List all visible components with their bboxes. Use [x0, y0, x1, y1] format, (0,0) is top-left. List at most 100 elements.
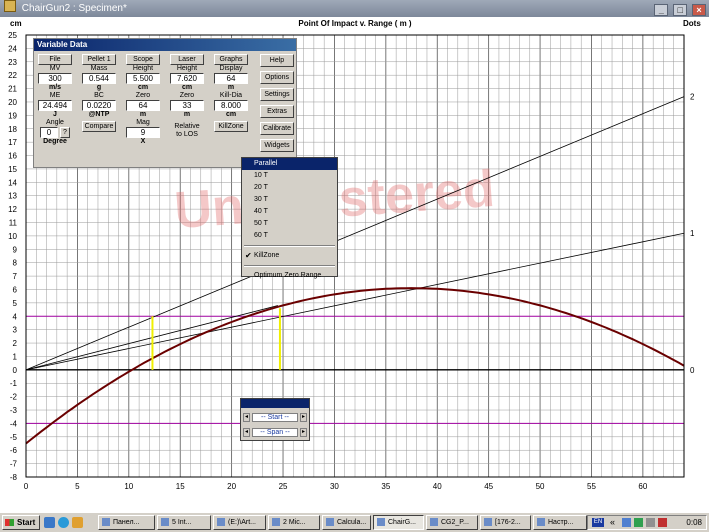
start-right-arrow-icon[interactable]: ▸	[300, 413, 307, 422]
task-app-icon	[326, 518, 334, 526]
value-field[interactable]: 9	[126, 127, 160, 138]
taskbar-button[interactable]: (E:)\Art...	[213, 515, 266, 530]
side-button-widgets[interactable]: Widgets	[260, 139, 294, 152]
field-label: BC	[94, 92, 104, 99]
panel-button-secondary[interactable]: KillZone	[214, 121, 248, 132]
y-tick-label: 23	[8, 58, 17, 67]
x-tick-label: 15	[176, 482, 185, 491]
y-tick-label: 15	[8, 165, 17, 174]
value-field[interactable]: 24.494	[38, 100, 72, 111]
value-field[interactable]: 300	[38, 73, 72, 84]
menu-item-20-t[interactable]: 20 T	[242, 182, 337, 194]
start-button[interactable]: Start	[2, 515, 40, 530]
field-label: Height	[132, 65, 154, 72]
panel-button[interactable]: File	[38, 54, 72, 65]
y-tick-label: 5	[13, 299, 18, 308]
taskbar-button[interactable]: ChairG...	[373, 515, 424, 530]
start-left-arrow-icon[interactable]: ◂	[243, 413, 250, 422]
clock: 0:08	[686, 518, 702, 527]
x-tick-label: 55	[587, 482, 596, 491]
x-tick-label: 30	[330, 482, 339, 491]
y-tick-label: 8	[13, 259, 18, 268]
antivirus-icon[interactable]	[658, 518, 667, 527]
taskbar-button[interactable]: 5 Int...	[157, 515, 211, 530]
field-label: Angle	[46, 119, 64, 126]
y-tick-label: 13	[8, 192, 17, 201]
side-button-settings[interactable]: Settings	[260, 88, 294, 101]
panel-column: Graphs Display 64 m Kill-Dia 8.000 cm KillZone	[214, 54, 248, 132]
taskbar-button[interactable]: CG2_P...	[426, 515, 478, 530]
right-tick-label: 1	[690, 229, 695, 238]
side-button-extras[interactable]: Extras	[260, 105, 294, 118]
browser-icon[interactable]	[58, 517, 69, 528]
unit-label: m	[183, 111, 191, 118]
panel-button-secondary[interactable]: Compare	[82, 121, 116, 132]
panel-button[interactable]: Pellet 1	[82, 54, 116, 65]
taskbar-button[interactable]: Панел...	[98, 515, 155, 530]
menu-item-60-t[interactable]: 60 T	[242, 230, 337, 242]
menu-item-30-t[interactable]: 30 T	[242, 194, 337, 206]
panel-button[interactable]: Laser	[170, 54, 204, 65]
taskbar-button[interactable]: Настр...	[533, 515, 587, 530]
field-label: ME	[49, 92, 61, 99]
range-control-widget: ◂ -- Start -- ▸ ◂ -- Span -- ▸	[240, 398, 310, 441]
side-button-help[interactable]: Help	[260, 54, 294, 67]
span-left-arrow-icon[interactable]: ◂	[243, 428, 250, 437]
field-label: Zero	[135, 92, 151, 99]
value-field[interactable]: 7.620	[170, 73, 204, 84]
y-tick-label: -4	[10, 419, 18, 428]
x-tick-label: 35	[381, 482, 390, 491]
y-tick-label: -5	[10, 433, 18, 442]
menu-item-10-t[interactable]: 10 T	[242, 170, 337, 182]
menu-item-50-t[interactable]: 50 T	[242, 218, 337, 230]
value-field[interactable]: 0.0220	[82, 100, 116, 111]
volume-icon[interactable]	[646, 518, 655, 527]
close-button[interactable]: ×	[692, 4, 706, 16]
y-tick-label: 19	[8, 111, 17, 120]
menu-item-40-t[interactable]: 40 T	[242, 206, 337, 218]
panel-column: Pellet 1 Mass 0.544 g BC 0.0220 @NTP Compare	[82, 54, 116, 132]
y-tick-label: -3	[10, 406, 18, 415]
angle-help-button[interactable]: ?	[60, 127, 70, 138]
app-icon	[4, 0, 16, 12]
taskbar-button[interactable]: Calcula...	[322, 515, 371, 530]
taskbar-button[interactable]: [176-2...	[480, 515, 531, 530]
tray-expand-icon[interactable]: «	[610, 518, 619, 527]
side-button-calibrate[interactable]: Calibrate	[260, 122, 294, 135]
angle-field[interactable]: 0	[40, 127, 58, 138]
span-control: ◂ -- Span -- ▸	[243, 427, 307, 439]
y-tick-label: 2	[13, 339, 18, 348]
minimize-button[interactable]: _	[654, 4, 669, 16]
menu-item-parallel[interactable]: Parallel	[242, 158, 337, 170]
menu-item-killzone[interactable]: ✔ KillZone	[242, 250, 337, 262]
panel-column: Laser Height 7.620 cm Zero 33 m Relative to LOS	[170, 54, 204, 139]
unit-label: J	[53, 111, 57, 118]
y-tick-label: -8	[10, 473, 18, 482]
span-right-arrow-icon[interactable]: ▸	[300, 428, 307, 437]
menu-item-optimum-zero-range[interactable]: Optimum Zero Range	[242, 270, 337, 282]
task-label: 2 Mic...	[283, 519, 306, 526]
value-field[interactable]: 64	[214, 73, 248, 84]
value-field[interactable]: 5.500	[126, 73, 160, 84]
field-label: Kill-Dia	[219, 92, 243, 99]
tray-app-icon[interactable]	[634, 518, 643, 527]
y-tick-label: 14	[8, 178, 17, 187]
taskbar-button[interactable]: 2 Mic...	[268, 515, 320, 530]
task-app-icon	[102, 518, 110, 526]
side-button-options[interactable]: Options	[260, 71, 294, 84]
task-label: Панел...	[113, 519, 140, 526]
language-indicator[interactable]: EN	[592, 518, 604, 527]
panel-button[interactable]: Scope	[126, 54, 160, 65]
media-icon[interactable]	[72, 517, 83, 528]
maximize-button[interactable]: □	[673, 4, 688, 16]
y-tick-label: 22	[8, 71, 17, 80]
value-field[interactable]: 8.000	[214, 100, 248, 111]
value-field[interactable]: 0.544	[82, 73, 116, 84]
value-field[interactable]: 64	[126, 100, 160, 111]
widget-titlebar[interactable]	[241, 399, 309, 408]
show-desktop-icon[interactable]	[44, 517, 55, 528]
panel-column: File MV 300 m/s ME 24.494 J Angle 0 ? Degree	[38, 54, 72, 146]
panel-button[interactable]: Graphs	[214, 54, 248, 65]
network-icon[interactable]	[622, 518, 631, 527]
value-field[interactable]: 33	[170, 100, 204, 111]
